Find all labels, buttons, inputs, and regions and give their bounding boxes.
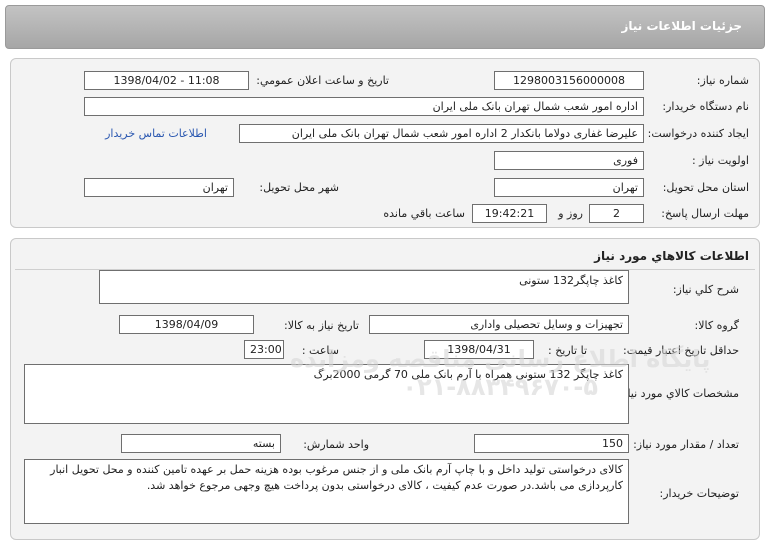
city-field[interactable]: تهران — [84, 178, 234, 197]
need-number-field[interactable]: 1298003156000008 — [494, 71, 644, 90]
unit-label: واحد شمارش: — [303, 438, 369, 451]
priority-field[interactable]: فوری — [494, 151, 644, 170]
watermark-text: پایگاه اطلاع رسانی مناقصه ومزایده ۰۲۱-۸۸… — [290, 345, 710, 401]
buyer-field[interactable]: اداره امور شعب شمال تهران بانک ملی ایران — [84, 97, 644, 116]
buyer-notes-label: توضيحات خريدار: — [659, 487, 740, 500]
watermark-line-2: ۰۲۱-۸۸۳۴۹۶۷۰-۵ — [402, 373, 599, 401]
announce-date-field[interactable]: 1398/04/02 - 11:08 — [84, 71, 249, 90]
province-label: استان محل تحويل: — [662, 181, 749, 194]
need-number-label: شماره نياز: — [696, 74, 749, 87]
city-label: شهر محل تحويل: — [259, 181, 339, 194]
watermark-line-1: پایگاه اطلاع رسانی مناقصه ومزایده — [290, 345, 711, 373]
need-date-field[interactable]: 1398/04/09 — [119, 315, 254, 334]
deadline-label: مهلت ارسال پاسخ: — [661, 207, 749, 220]
description-field[interactable]: کاغذ چاپگر132 ستونی — [99, 270, 629, 304]
creator-field[interactable]: علیرضا غفاری دولاما بانکدار 2 اداره امور… — [239, 124, 644, 143]
time-field[interactable]: 23:00 — [244, 340, 284, 359]
need-date-label: تاريخ نياز به كالا: — [284, 319, 359, 332]
remaining-label: ساعت باقي مانده — [383, 207, 465, 220]
buyer-label: نام دستگاه خريدار: — [662, 100, 749, 113]
page-title: جزئيات اطلاعات نياز — [621, 19, 742, 33]
buyer-contact-link[interactable]: اطلاعات تماس خريدار — [105, 127, 207, 140]
days-label: روز و — [558, 207, 583, 220]
goods-group-label: گروه كالا: — [694, 319, 739, 332]
creator-label: ايجاد کننده درخواست: — [647, 127, 749, 140]
deadline-time-field[interactable]: 19:42:21 — [472, 204, 547, 223]
need-info-panel: شماره نياز: 1298003156000008 تاريخ و ساع… — [10, 58, 760, 228]
buyer-notes-field[interactable]: کالای درخواستی تولید داخل و با چاپ آرم ب… — [24, 459, 629, 524]
goods-group-field[interactable]: تجهیزات و وسایل تحصیلی واداری — [369, 315, 629, 334]
goods-section-title: اطلاعات كالاهاي مورد نياز — [594, 249, 749, 263]
deadline-days-field[interactable]: 2 — [589, 204, 644, 223]
page-header: جزئيات اطلاعات نياز — [5, 5, 765, 49]
priority-label: اولويت نياز : — [691, 154, 749, 167]
announce-label: تاريخ و ساعت اعلان عمومي: — [256, 74, 389, 87]
province-field[interactable]: تهران — [494, 178, 644, 197]
quantity-field[interactable]: 150 — [474, 434, 629, 453]
description-label: شرح كلي نياز: — [672, 283, 739, 296]
quantity-label: تعداد / مقدار مورد نياز: — [633, 438, 739, 451]
unit-field[interactable]: بسته — [121, 434, 281, 453]
